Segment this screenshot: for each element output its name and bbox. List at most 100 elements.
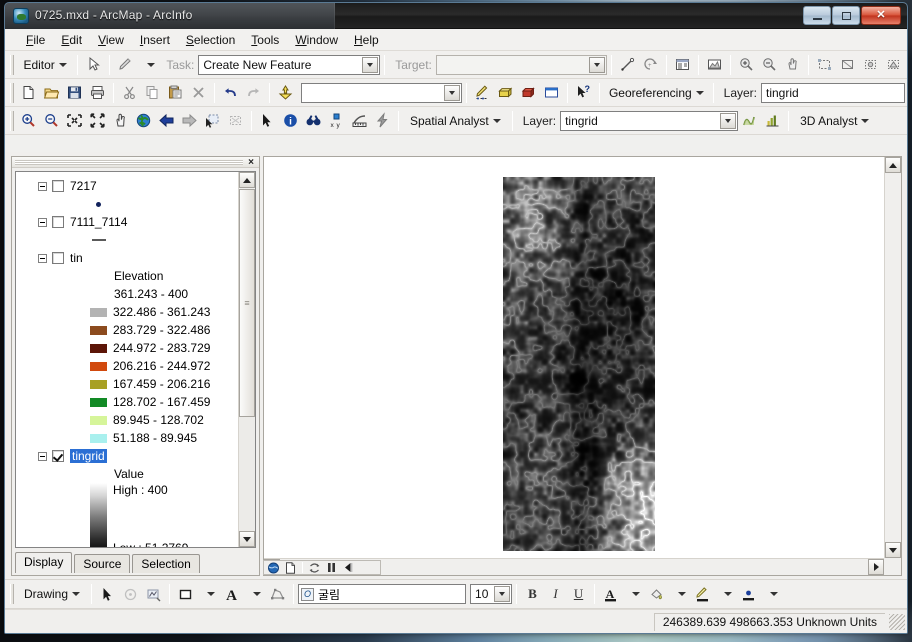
- sketch-pencil-icon[interactable]: [114, 54, 137, 76]
- scale-combo[interactable]: [300, 82, 462, 103]
- map-data-frame[interactable]: [263, 156, 902, 576]
- fill-color-icon[interactable]: [645, 583, 668, 605]
- toc-close-icon[interactable]: ×: [245, 157, 257, 168]
- spatial-analyst-menu-button[interactable]: Spatial Analyst: [403, 110, 508, 132]
- expand-collapse-icon[interactable]: [38, 451, 47, 461]
- draw-text-icon[interactable]: A: [220, 583, 243, 605]
- resize-grip-icon[interactable]: [889, 613, 905, 630]
- expand-collapse-icon[interactable]: [38, 217, 47, 227]
- bold-button[interactable]: B: [521, 583, 544, 605]
- tab-display[interactable]: Display: [15, 552, 73, 573]
- select-elements-icon[interactable]: [201, 110, 224, 132]
- tab-source[interactable]: Source: [74, 554, 131, 573]
- select-pointer-icon[interactable]: [256, 110, 279, 132]
- fill-color-dropdown[interactable]: [668, 583, 691, 605]
- expand-collapse-icon[interactable]: [38, 253, 47, 263]
- go-to-xy-icon[interactable]: xy: [325, 110, 348, 132]
- toc-layer-tree[interactable]: 7217 7111_7114 tin Elevation 361.243 - 4…: [15, 171, 256, 548]
- drawing-menu-button[interactable]: Drawing: [17, 583, 87, 605]
- pan-data-icon[interactable]: [781, 54, 804, 76]
- zoom-in-icon[interactable]: [17, 110, 40, 132]
- new-rectangle-dropdown[interactable]: [197, 583, 220, 605]
- rotate-tool-icon[interactable]: +: [639, 54, 662, 76]
- select-features-4-icon[interactable]: [882, 54, 905, 76]
- map-vertical-scrollbar[interactable]: [884, 157, 901, 558]
- toc-vertical-scrollbar[interactable]: [238, 172, 255, 547]
- animation-loop-icon[interactable]: [307, 561, 322, 574]
- zoom-in-data-icon[interactable]: [735, 54, 758, 76]
- scroll-up-button[interactable]: [239, 172, 255, 188]
- toc-layer-7217[interactable]: 7217: [38, 177, 238, 195]
- task-combo[interactable]: Create New Feature: [198, 54, 381, 75]
- go-forward-extent-icon[interactable]: [178, 110, 201, 132]
- chart-icon[interactable]: [761, 110, 784, 132]
- standard-layer-combo[interactable]: tingrid: [761, 82, 905, 103]
- undo-icon[interactable]: [219, 82, 242, 104]
- open-document-icon[interactable]: [40, 82, 63, 104]
- chevron-down-icon[interactable]: [588, 56, 605, 73]
- zoom-out-icon[interactable]: [40, 110, 63, 132]
- georeferencing-menu-button[interactable]: Georeferencing: [604, 82, 709, 104]
- marker-color-dropdown[interactable]: [760, 583, 783, 605]
- measure-icon[interactable]: [348, 110, 371, 132]
- font-color-icon[interactable]: A: [599, 583, 622, 605]
- layer-visibility-checkbox[interactable]: [52, 216, 64, 228]
- editor-menu-button[interactable]: Editor: [17, 54, 73, 76]
- go-back-extent-icon[interactable]: [155, 110, 178, 132]
- chevron-down-icon[interactable]: [494, 586, 511, 602]
- layer-visibility-checkbox[interactable]: [52, 450, 64, 462]
- command-line-icon[interactable]: [540, 82, 563, 104]
- model-builder-icon[interactable]: [517, 82, 540, 104]
- add-data-icon[interactable]: [274, 82, 297, 104]
- tools-layer-combo[interactable]: tingrid: [560, 110, 739, 131]
- target-combo[interactable]: [435, 54, 607, 75]
- draw-text-dropdown[interactable]: [243, 583, 266, 605]
- menu-item-edit[interactable]: Edit: [54, 31, 89, 49]
- attributes-table-icon[interactable]: [671, 54, 694, 76]
- toc-layer-7111-7114[interactable]: 7111_7114: [38, 213, 238, 231]
- rotate-element-icon[interactable]: [119, 583, 142, 605]
- hyperlink-lightning-icon[interactable]: [371, 110, 394, 132]
- find-binoculars-icon[interactable]: [302, 110, 325, 132]
- copy-icon[interactable]: [141, 82, 164, 104]
- font-name-combo[interactable]: O 굴림: [298, 584, 467, 604]
- arctoolbox-icon[interactable]: [494, 82, 517, 104]
- save-document-icon[interactable]: [63, 82, 86, 104]
- zoom-out-data-icon[interactable]: [758, 54, 781, 76]
- font-size-combo[interactable]: 10: [470, 584, 513, 604]
- fixed-zoom-out-icon[interactable]: [86, 110, 109, 132]
- three-d-analyst-menu-button[interactable]: 3D Analyst: [793, 110, 876, 132]
- tab-selection[interactable]: Selection: [132, 554, 200, 573]
- redo-icon[interactable]: [242, 82, 265, 104]
- animation-pause-icon[interactable]: [324, 561, 339, 574]
- animation-document-icon[interactable]: [283, 561, 298, 574]
- line-color-icon[interactable]: [691, 583, 714, 605]
- expand-collapse-icon[interactable]: [38, 181, 47, 191]
- new-rectangle-icon[interactable]: [174, 583, 197, 605]
- menu-item-window[interactable]: Window: [288, 31, 345, 49]
- cut-icon[interactable]: [118, 82, 141, 104]
- scrollbar-thumb[interactable]: [239, 189, 255, 417]
- scroll-down-button[interactable]: [239, 531, 255, 547]
- whats-this-help-icon[interactable]: ?: [572, 82, 595, 104]
- select-elements-arrow-icon[interactable]: [96, 583, 119, 605]
- paste-icon[interactable]: [164, 82, 187, 104]
- fixed-zoom-in-icon[interactable]: [63, 110, 86, 132]
- map-scroll-right-button[interactable]: [868, 559, 884, 575]
- menu-item-view[interactable]: View: [91, 31, 131, 49]
- menu-item-file[interactable]: File: [19, 31, 52, 49]
- measure-tool-icon[interactable]: [616, 54, 639, 76]
- minimize-button[interactable]: [803, 6, 831, 25]
- underline-button[interactable]: U: [567, 583, 590, 605]
- editor-toolbar-toggle-icon[interactable]: [471, 82, 494, 104]
- toolbar-grip[interactable]: [10, 584, 14, 604]
- toc-layer-tingrid[interactable]: tingrid: [38, 447, 238, 465]
- graphic-operations-icon[interactable]: [266, 583, 289, 605]
- print-icon[interactable]: [86, 82, 109, 104]
- select-features-1-icon[interactable]: [813, 54, 836, 76]
- layer-visibility-checkbox[interactable]: [52, 252, 64, 264]
- font-color-dropdown[interactable]: [622, 583, 645, 605]
- menu-item-selection[interactable]: Selection: [179, 31, 242, 49]
- nudge-icon[interactable]: [142, 583, 165, 605]
- toc-layer-tin[interactable]: tin: [38, 249, 238, 267]
